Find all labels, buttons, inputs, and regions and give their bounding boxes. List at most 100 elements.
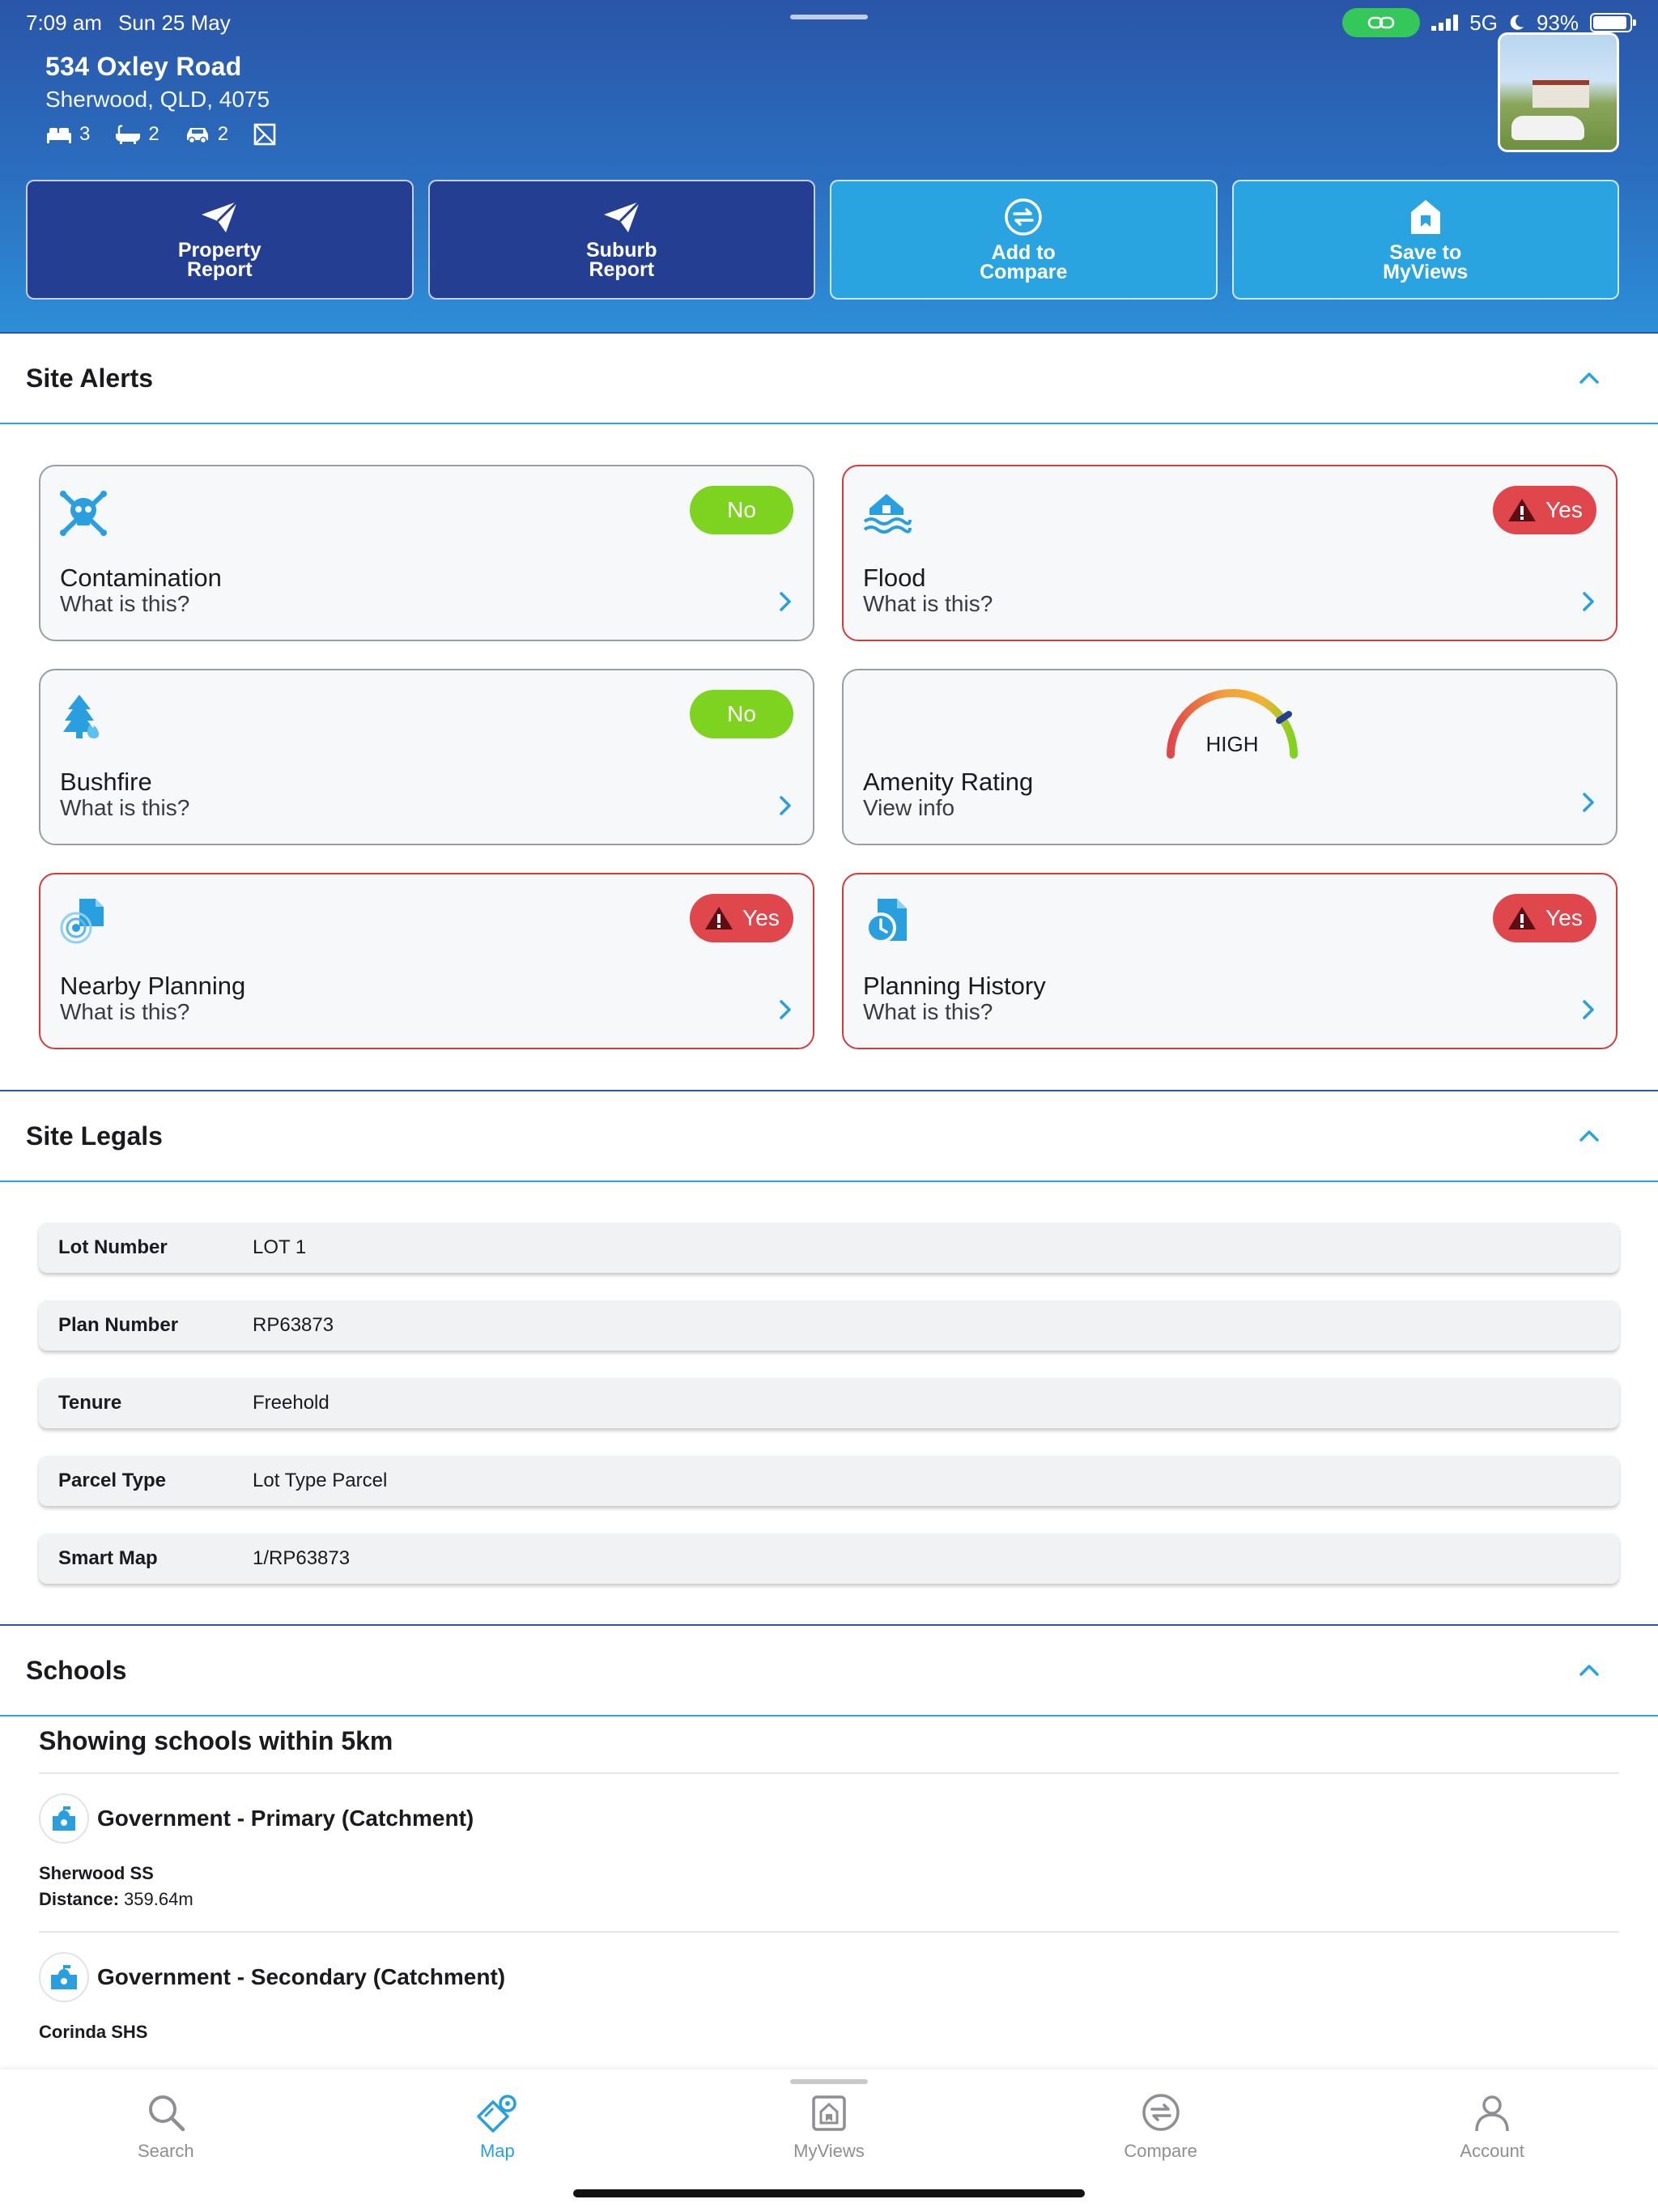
contamination-card[interactable]: No Contamination What is this? — [39, 465, 814, 641]
property-report-line2: Report — [186, 258, 253, 281]
alert-title: Flood — [863, 564, 926, 592]
what-is-this-link[interactable]: What is this? — [60, 591, 189, 617]
legal-value: Freehold — [253, 1392, 329, 1414]
status-badge: No — [690, 486, 793, 534]
status-badge: Yes — [1493, 894, 1596, 942]
legal-row-plan-number: Plan Number RP63873 — [39, 1300, 1619, 1351]
compare-icon — [1005, 198, 1042, 236]
what-is-this-link[interactable]: What is this? — [863, 591, 993, 617]
legal-row-smart-map: Smart Map 1/RP63873 — [39, 1534, 1619, 1584]
compare-icon — [1141, 2094, 1180, 2131]
alert-title: Amenity Rating — [863, 768, 1034, 796]
battery-percent: 93% — [1536, 10, 1579, 35]
property-report-button[interactable]: Property Report — [26, 180, 414, 300]
schools-header[interactable]: Schools — [0, 1624, 1658, 1716]
school-name: Sherwood SS — [39, 1863, 154, 1883]
legal-key: Tenure — [58, 1392, 122, 1414]
tab-account[interactable]: Account — [1326, 2069, 1658, 2212]
status-badge: Yes — [1493, 486, 1596, 534]
status-date: Sun 25 May — [117, 10, 231, 35]
status-bar: 7:09 am Sun 25 May 5G 93% — [26, 6, 1636, 39]
add-to-compare-line1: Add to — [991, 241, 1056, 264]
tab-label: Map — [479, 2141, 515, 2161]
gauge-label: HIGH — [1205, 732, 1259, 756]
chevron-right-icon[interactable] — [1582, 591, 1595, 612]
what-is-this-link[interactable]: What is this? — [60, 795, 189, 821]
status-badge: No — [690, 690, 793, 738]
status-time: 7:09 am — [26, 10, 102, 35]
badge-label: Yes — [742, 905, 780, 930]
site-alerts-header[interactable]: Site Alerts — [0, 332, 1658, 424]
legal-row-tenure: Tenure Freehold — [39, 1378, 1619, 1428]
tab-search[interactable]: Search — [0, 2069, 332, 2212]
add-to-compare-button[interactable]: Add to Compare — [830, 180, 1218, 300]
property-street: 534 Oxley Road — [45, 52, 242, 81]
skull-crossbones-icon — [60, 491, 107, 536]
tab-label: Search — [137, 2141, 194, 2161]
what-is-this-link[interactable]: What is this? — [863, 999, 993, 1025]
distance-label: Distance: — [39, 1889, 120, 1909]
paper-plane-icon — [603, 200, 640, 232]
add-to-compare-line2: Compare — [980, 261, 1068, 283]
suburb-report-button[interactable]: Suburb Report — [427, 180, 815, 300]
car-spaces: 2 — [184, 123, 228, 146]
warning-icon — [705, 907, 733, 929]
legal-value: Lot Type Parcel — [253, 1470, 388, 1491]
legal-key: Plan Number — [58, 1314, 179, 1336]
alert-title: Bushfire — [60, 768, 152, 796]
legal-value: RP63873 — [253, 1314, 334, 1336]
account-icon — [1475, 2095, 1509, 2132]
legal-key: Lot Number — [58, 1236, 168, 1258]
what-is-this-link[interactable]: What is this? — [60, 999, 189, 1025]
school-type: Government - Primary (Catchment) — [97, 1806, 474, 1831]
section-title: Schools — [26, 1655, 127, 1685]
save-to-myviews-button[interactable]: Save to MyViews — [1231, 180, 1619, 300]
save-to-myviews-line1: Save to — [1389, 241, 1462, 264]
amenity-gauge: HIGH — [1159, 682, 1305, 763]
planning-history-icon — [865, 899, 907, 943]
chevron-right-icon[interactable] — [779, 795, 792, 816]
section-title: Site Legals — [26, 1121, 163, 1151]
map-pin-icon — [477, 2095, 517, 2133]
chevron-right-icon[interactable] — [1582, 792, 1595, 813]
legal-value: LOT 1 — [253, 1236, 307, 1258]
signal-icon — [1431, 15, 1459, 31]
chevron-right-icon[interactable] — [1582, 999, 1595, 1020]
warning-icon — [1508, 907, 1537, 929]
search-icon — [148, 2095, 185, 2132]
sheet-grabber[interactable] — [790, 15, 868, 19]
planning-history-card[interactable]: Yes Planning History What is this? — [842, 873, 1618, 1049]
school-item[interactable]: Government - Primary (Catchment) Sherwoo… — [39, 1774, 1619, 1933]
school-name: Corinda SHS — [39, 2022, 148, 2042]
property-header: 7:09 am Sun 25 May 5G 93% 534 Oxley Road… — [0, 0, 1658, 332]
car-icon — [186, 128, 208, 144]
chevron-up-icon[interactable] — [1579, 1129, 1600, 1142]
bushfire-card[interactable]: No Bushfire What is this? — [39, 669, 814, 845]
home-indicator[interactable] — [573, 2189, 1085, 2197]
chevron-right-icon[interactable] — [779, 591, 792, 612]
nearby-planning-card[interactable]: Yes Nearby Planning What is this? — [39, 873, 814, 1049]
bathrooms-count: 2 — [148, 123, 159, 145]
school-item[interactable]: Government - Secondary (Catchment) Corin… — [39, 1933, 1619, 2064]
suburb-report-line1: Suburb — [586, 239, 657, 262]
badge-label: Yes — [1545, 905, 1583, 930]
moon-icon — [1510, 15, 1524, 30]
school-type: Government - Secondary (Catchment) — [97, 1964, 506, 1989]
chevron-up-icon[interactable] — [1579, 1664, 1600, 1677]
warning-icon — [1508, 499, 1537, 521]
chevron-right-icon[interactable] — [779, 999, 792, 1020]
site-legals-header[interactable]: Site Legals — [0, 1090, 1658, 1182]
link-icon — [1342, 8, 1421, 37]
property-report-line1: Property — [177, 239, 261, 262]
schools-radius-label: Showing schools within 5km — [39, 1716, 1619, 1774]
school-icon — [39, 1793, 89, 1844]
amenity-rating-card[interactable]: HIGH Amenity Rating View info — [842, 669, 1618, 845]
property-photo[interactable] — [1498, 32, 1619, 152]
network-label: 5G — [1469, 10, 1498, 35]
car-spaces-count: 2 — [217, 123, 229, 145]
chevron-up-icon[interactable] — [1579, 372, 1600, 385]
legal-value: 1/RP63873 — [253, 1547, 351, 1569]
flood-card[interactable]: Yes Flood What is this? — [842, 465, 1618, 641]
view-info-link[interactable]: View info — [863, 795, 954, 821]
legal-key: Smart Map — [58, 1547, 158, 1569]
